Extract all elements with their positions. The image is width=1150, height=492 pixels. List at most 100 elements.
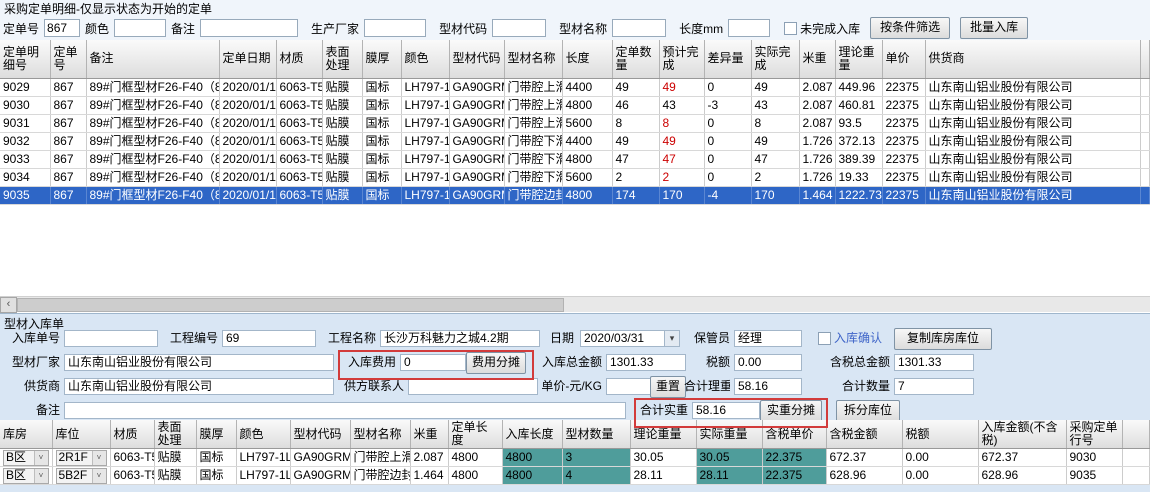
cell: 山东南山铝业股份有限公司 bbox=[925, 114, 1140, 132]
fee-share-button[interactable]: 费用分摊 bbox=[466, 352, 526, 374]
scrollbar-thumb[interactable] bbox=[17, 298, 564, 312]
material-factory-field[interactable]: 山东南山铝业股份有限公司 bbox=[64, 354, 334, 371]
location-combo[interactable]: 2R1F˅ bbox=[56, 450, 107, 466]
cell: 山东南山铝业股份有限公司 bbox=[925, 168, 1140, 186]
order-row[interactable]: 903086789#门框型材F26-F40（866+867）2020/01/13… bbox=[0, 96, 1150, 114]
order-row[interactable]: 903586789#门框型材F26-F40（866+867）2020/01/13… bbox=[0, 186, 1150, 204]
column-header[interactable]: 材质 bbox=[276, 40, 322, 78]
column-header[interactable]: 供货商 bbox=[925, 40, 1140, 78]
unit-price-field[interactable] bbox=[606, 378, 652, 395]
theory-weight-field[interactable]: 58.16 bbox=[734, 378, 802, 395]
filter-by-condition-button[interactable]: 按条件筛选 bbox=[870, 17, 950, 39]
cell: LH797-1LL0 bbox=[401, 168, 449, 186]
copy-warehouse-button[interactable]: 复制库房库位 bbox=[894, 328, 992, 350]
column-header[interactable]: 定单日期 bbox=[219, 40, 276, 78]
cell: -3 bbox=[704, 96, 751, 114]
dropdown-arrow-icon[interactable]: ˅ bbox=[92, 469, 106, 483]
column-header[interactable]: 米重 bbox=[799, 40, 835, 78]
column-header[interactable]: 入库长度 bbox=[502, 420, 562, 449]
column-header[interactable]: 税额 bbox=[902, 420, 978, 449]
confirm-checkbox[interactable] bbox=[818, 332, 831, 345]
keeper-field[interactable]: 经理 bbox=[734, 330, 802, 347]
order-row[interactable]: 903186789#门框型材F26-F40（866+867）2020/01/13… bbox=[0, 114, 1150, 132]
date-field[interactable]: 2020/03/31 ▾ bbox=[580, 330, 680, 347]
reset-button[interactable]: 重置 bbox=[650, 376, 686, 398]
column-header[interactable]: 膜厚 bbox=[362, 40, 401, 78]
actual-weight-field[interactable]: 58.16 bbox=[692, 402, 760, 419]
scroll-left-icon[interactable]: ‹ bbox=[0, 297, 17, 313]
dropdown-arrow-icon[interactable]: ˅ bbox=[92, 451, 106, 465]
column-header[interactable]: 表面处理 bbox=[154, 420, 196, 449]
column-header[interactable]: 实际完成 bbox=[751, 40, 799, 78]
total-amount-field[interactable]: 1301.33 bbox=[606, 354, 686, 371]
column-header[interactable]: 理论重量 bbox=[835, 40, 882, 78]
inbound-row[interactable]: B区˅2R1F˅6063-T5贴膜国标LH797-1LL0GA90GRM03门带… bbox=[0, 449, 1150, 467]
note-input[interactable] bbox=[200, 19, 298, 37]
column-header[interactable]: 采购定单行号 bbox=[1066, 420, 1122, 449]
column-header[interactable]: 米重 bbox=[410, 420, 448, 449]
column-header[interactable]: 库位 bbox=[52, 420, 110, 449]
contact-field[interactable] bbox=[408, 378, 538, 395]
column-header[interactable]: 型材代码 bbox=[290, 420, 350, 449]
column-header[interactable]: 材质 bbox=[110, 420, 154, 449]
column-header[interactable]: 定单明细号 bbox=[0, 40, 50, 78]
unfinished-checkbox[interactable]: 未完成入库 bbox=[784, 20, 860, 37]
weight-share-button[interactable]: 实重分摊 bbox=[760, 400, 822, 422]
form-note-field[interactable] bbox=[64, 402, 626, 419]
inbound-no-field[interactable] bbox=[64, 330, 158, 347]
tax-total-label: 含税总金额 bbox=[816, 354, 890, 371]
fee-field[interactable]: 0 bbox=[400, 354, 466, 371]
column-header[interactable]: 实际重量 bbox=[696, 420, 762, 449]
cell: 2.087 bbox=[410, 449, 448, 467]
tax-total-field[interactable]: 1301.33 bbox=[894, 354, 974, 371]
column-header[interactable]: 型材数量 bbox=[562, 420, 630, 449]
name-input[interactable] bbox=[612, 19, 666, 37]
split-location-button[interactable]: 拆分库位 bbox=[836, 400, 900, 422]
supplier-field[interactable]: 山东南山铝业股份有限公司 bbox=[64, 378, 334, 395]
factory-input[interactable] bbox=[364, 19, 426, 37]
column-header[interactable]: 库房 bbox=[0, 420, 52, 449]
column-header[interactable]: 颜色 bbox=[401, 40, 449, 78]
checkbox-icon[interactable] bbox=[784, 22, 797, 35]
order-no-input[interactable]: 867 bbox=[44, 19, 80, 37]
order-row[interactable]: 903286789#门框型材F26-F40（866+867）2020/01/13… bbox=[0, 132, 1150, 150]
column-header[interactable]: 备注 bbox=[86, 40, 219, 78]
column-header[interactable]: 含税金额 bbox=[826, 420, 902, 449]
column-header[interactable]: 差异量 bbox=[704, 40, 751, 78]
warehouse-combo[interactable]: B区˅ bbox=[3, 468, 49, 484]
order-row[interactable]: 903486789#门框型材F26-F40（866+867）2020/01/13… bbox=[0, 168, 1150, 186]
code-input[interactable] bbox=[492, 19, 546, 37]
column-header[interactable]: 单价 bbox=[882, 40, 925, 78]
column-header[interactable]: 定单长度 bbox=[448, 420, 502, 449]
column-header[interactable]: 含税单价 bbox=[762, 420, 826, 449]
length-input[interactable] bbox=[728, 19, 770, 37]
column-header[interactable]: 表面处理 bbox=[322, 40, 362, 78]
column-header[interactable]: 定单数量 bbox=[612, 40, 659, 78]
dropdown-arrow-icon[interactable]: ˅ bbox=[34, 451, 48, 465]
color-input[interactable] bbox=[114, 19, 166, 37]
column-header[interactable]: 型材名称 bbox=[350, 420, 410, 449]
date-dropdown-icon[interactable]: ▾ bbox=[664, 331, 679, 346]
column-header[interactable]: 颜色 bbox=[236, 420, 290, 449]
horizontal-scrollbar[interactable]: ‹ bbox=[0, 296, 1150, 312]
order-row[interactable]: 903386789#门框型材F26-F40（866+867）2020/01/13… bbox=[0, 150, 1150, 168]
project-name-field[interactable]: 长沙万科魅力之城4.2期 bbox=[380, 330, 540, 347]
warehouse-combo[interactable]: B区˅ bbox=[3, 450, 49, 466]
total-qty-field[interactable]: 7 bbox=[894, 378, 974, 395]
batch-inbound-button[interactable]: 批量入库 bbox=[960, 17, 1028, 39]
project-no-field[interactable]: 69 bbox=[222, 330, 316, 347]
column-header[interactable]: 理论重量 bbox=[630, 420, 696, 449]
column-header[interactable]: 入库金额(不含税) bbox=[978, 420, 1066, 449]
dropdown-arrow-icon[interactable]: ˅ bbox=[34, 469, 48, 483]
tax-field[interactable]: 0.00 bbox=[734, 354, 802, 371]
order-row[interactable]: 902986789#门框型材F26-F40（866+867）2020/01/13… bbox=[0, 78, 1150, 96]
column-header[interactable]: 型材名称 bbox=[504, 40, 562, 78]
column-header[interactable]: 定单号 bbox=[50, 40, 86, 78]
column-header[interactable]: 预计完成 bbox=[659, 40, 704, 78]
column-header[interactable]: 膜厚 bbox=[196, 420, 236, 449]
column-header[interactable]: 长度 bbox=[562, 40, 612, 78]
inbound-row[interactable]: B区˅5B2F˅6063-T5贴膜国标LH797-1LL0GA90GRM05门带… bbox=[0, 467, 1150, 485]
location-combo[interactable]: 5B2F˅ bbox=[56, 468, 107, 484]
cell: 49 bbox=[751, 78, 799, 96]
column-header[interactable]: 型材代码 bbox=[449, 40, 504, 78]
